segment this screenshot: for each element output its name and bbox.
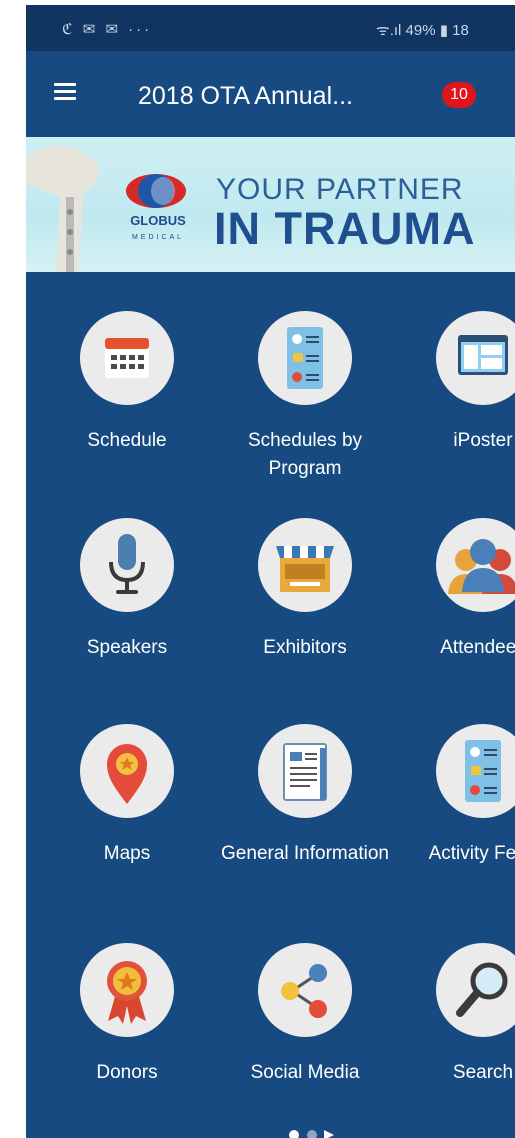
magnifier-icon: [436, 943, 515, 1037]
menu-item-donors[interactable]: Donors: [37, 943, 217, 1123]
app-screen: ℭ ✉ ✉ ··· ᯤ.ıl 49% ▮ 18 2018 OTA Annual.…: [26, 5, 515, 1138]
brand-sub: MEDICAL: [132, 234, 184, 241]
menu-item-general-information[interactable]: General Information: [215, 724, 395, 904]
menu-item-schedules-by-program[interactable]: Schedules by Program: [215, 311, 395, 491]
booth-icon: [258, 518, 352, 612]
app-bar: 2018 OTA Annual... 10: [26, 51, 515, 137]
banner-tagline-2: IN TRAUMA: [214, 203, 476, 254]
menu-item-attendees[interactable]: Attendees: [393, 518, 515, 698]
menu-item-exhibitors[interactable]: Exhibitors: [215, 518, 395, 698]
feed-list-icon: [436, 724, 515, 818]
menu-item-speakers[interactable]: Speakers: [37, 518, 217, 698]
notification-icons: ℭ ✉ ✉ ···: [62, 21, 153, 38]
sponsor-banner[interactable]: GLOBUS MEDICAL YOUR PARTNER IN TRAUMA: [26, 137, 515, 272]
program-list-icon: [258, 311, 352, 405]
menu-item-label: Search: [452, 1062, 514, 1083]
menu-item-label: Attendees: [440, 637, 515, 658]
people-icon: [436, 518, 515, 612]
award-ribbon-icon: [80, 943, 174, 1037]
status-bar: ℭ ✉ ✉ ··· ᯤ.ıl 49% ▮ 18: [26, 5, 515, 51]
menu-item-schedule[interactable]: Schedule: [37, 311, 217, 491]
menu-item-label: Schedule: [87, 430, 167, 451]
hamburger-menu-icon[interactable]: [54, 83, 76, 101]
globus-logo-icon: GLOBUS MEDICAL: [126, 174, 186, 241]
menu-item-label: Social Media: [250, 1062, 360, 1083]
app-title: 2018 OTA Annual...: [138, 82, 353, 110]
menu-item-label: Speakers: [86, 637, 168, 658]
map-pin-icon: [80, 724, 174, 818]
brand-name: GLOBUS: [130, 213, 186, 228]
document-icon: [258, 724, 352, 818]
bone-illustration: [26, 146, 100, 272]
menu-item-label: Schedules by Program: [247, 430, 363, 479]
share-icon: [258, 943, 352, 1037]
menu-item-label: General Information: [221, 843, 389, 864]
microphone-icon: [80, 518, 174, 612]
banner-tagline-1: YOUR PARTNER: [216, 173, 464, 206]
menu-item-social-media[interactable]: Social Media: [215, 943, 395, 1123]
poster-icon: [436, 311, 515, 405]
menu-item-label: Exhibitors: [263, 637, 347, 658]
menu-item-label: iPoster: [453, 430, 513, 451]
menu-item-maps[interactable]: Maps: [37, 724, 217, 904]
calendar-icon: [80, 311, 174, 405]
menu-item-label: Donors: [96, 1062, 158, 1083]
menu-item-label: Maps: [103, 843, 151, 864]
menu-item-activity-feed[interactable]: Activity Feed: [393, 724, 515, 904]
menu-item-label: Activity Feed: [428, 843, 515, 864]
notification-badge[interactable]: 10: [442, 82, 476, 108]
page-indicator: [289, 1130, 334, 1138]
menu-item-iposter[interactable]: iPoster: [393, 311, 515, 491]
system-status: ᯤ.ıl 49% ▮ 18: [376, 22, 469, 39]
menu-item-search[interactable]: Search: [393, 943, 515, 1123]
